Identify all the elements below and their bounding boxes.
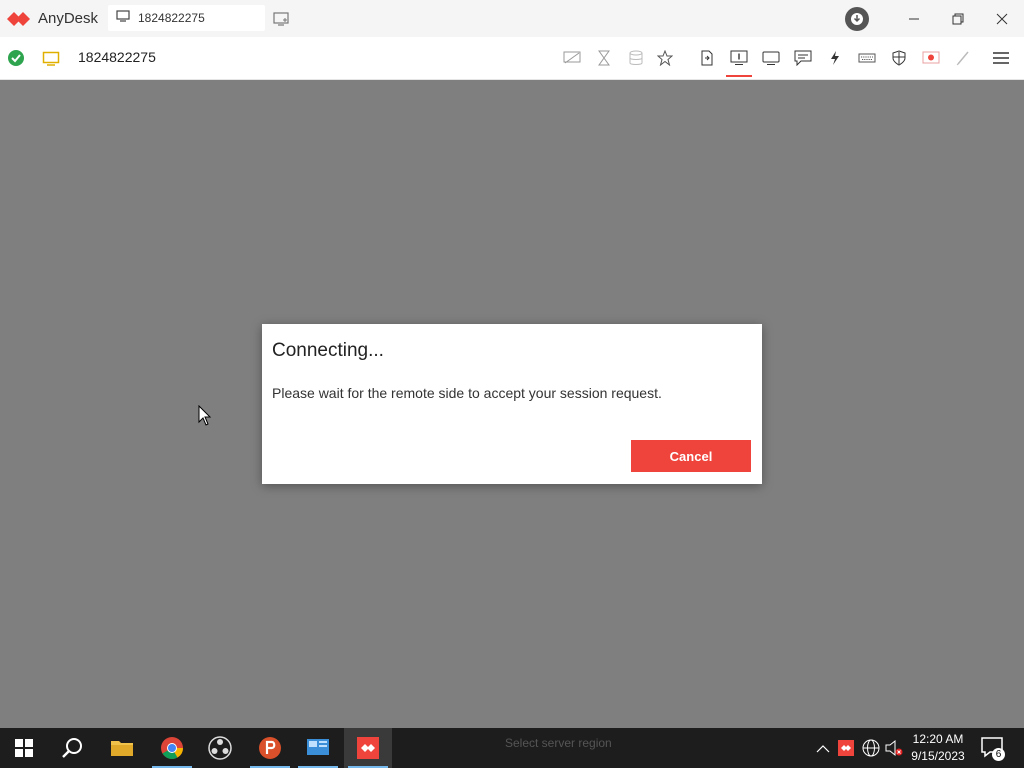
network-globe-icon[interactable]: [862, 739, 880, 762]
background-window-text: Select server region: [505, 736, 612, 750]
anydesk-tray-icon[interactable]: [838, 740, 854, 761]
file-explorer-icon[interactable]: [98, 728, 146, 768]
remote-address: 1824822275: [78, 49, 156, 65]
obs-icon[interactable]: [196, 728, 244, 768]
connecting-dialog: Connecting... Please wait for the remote…: [262, 324, 762, 484]
anydesk-taskbar-icon[interactable]: [344, 728, 392, 768]
cancel-button[interactable]: Cancel: [631, 440, 751, 472]
connection-status-icon: [8, 50, 24, 71]
file-transfer-icon[interactable]: [697, 48, 717, 68]
tab-label: 1824822275: [138, 11, 205, 25]
actions-icon[interactable]: [825, 48, 845, 68]
hourglass-icon[interactable]: [594, 48, 614, 68]
system-clock[interactable]: 12:20 AM 9/15/2023: [908, 731, 968, 765]
search-icon[interactable]: [48, 728, 96, 768]
mouse-cursor-icon: [198, 404, 212, 427]
notification-count-badge: 6: [992, 748, 1005, 761]
show-hidden-icons-icon[interactable]: [816, 741, 830, 759]
restore-button[interactable]: [936, 0, 980, 37]
record-icon[interactable]: [921, 48, 941, 68]
star-icon[interactable]: [655, 48, 675, 68]
volume-muted-icon[interactable]: [885, 739, 903, 762]
clock-time: 12:20 AM: [912, 732, 964, 746]
chat-icon[interactable]: [793, 48, 813, 68]
control-panel-icon[interactable]: [294, 728, 342, 768]
close-button[interactable]: [980, 0, 1024, 37]
whiteboard-icon[interactable]: [953, 48, 973, 68]
dialog-message: Please wait for the remote side to accep…: [272, 385, 662, 401]
brand: AnyDesk: [0, 0, 98, 37]
title-bar: AnyDesk 1824822275: [0, 0, 1024, 37]
remote-monitor-icon: [42, 51, 60, 72]
active-tool-indicator: [726, 75, 752, 77]
chrome-icon[interactable]: [148, 728, 196, 768]
permissions-icon[interactable]: [889, 48, 909, 68]
anydesk-logo-icon: [6, 10, 32, 28]
psiphon-icon[interactable]: [246, 728, 294, 768]
clock-date: 9/15/2023: [911, 749, 965, 763]
app-name: AnyDesk: [38, 10, 99, 27]
display-icon[interactable]: [761, 48, 781, 68]
monitor-one-icon[interactable]: [729, 48, 749, 68]
taskbar: Select server region 12:20 AM 9/15/2023 …: [0, 728, 1024, 768]
menu-icon[interactable]: [991, 48, 1011, 68]
session-toolbar: 1824822275: [0, 37, 1024, 80]
start-button[interactable]: [0, 728, 48, 768]
download-update-icon[interactable]: [845, 7, 869, 31]
keyboard-icon[interactable]: [857, 48, 877, 68]
new-tab-icon[interactable]: [272, 10, 290, 28]
monitor-icon: [116, 9, 130, 27]
database-icon[interactable]: [626, 48, 646, 68]
minimize-button[interactable]: [892, 0, 936, 37]
dialog-title: Connecting...: [272, 340, 384, 361]
privacy-icon[interactable]: [562, 48, 582, 68]
tab-remote-session[interactable]: 1824822275: [108, 5, 265, 31]
